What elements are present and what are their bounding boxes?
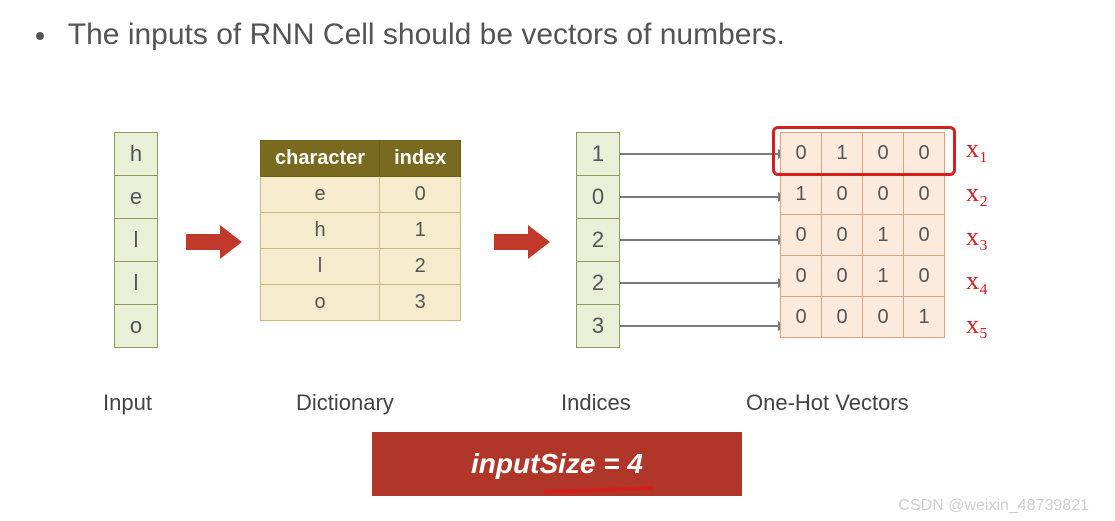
onehot-row: 0 0 0 1 [780, 296, 944, 337]
dictionary-table: character index e0 h1 l2 o3 [260, 140, 461, 321]
table-row: l2 [261, 249, 461, 285]
input-cell: e [114, 175, 158, 219]
handwritten-annotation: x₄ [966, 266, 988, 296]
banner-text: inputSize = 4 [471, 448, 643, 480]
index-cell: 2 [576, 261, 620, 305]
input-cell: o [114, 304, 158, 348]
bullet-icon [36, 32, 44, 40]
indices-column: 1 0 2 2 3 [576, 132, 620, 347]
handwritten-annotation: x₁ [966, 134, 988, 164]
onehot-row: 0 0 1 0 [780, 255, 944, 296]
onehot-row: 0 0 1 0 [780, 214, 944, 255]
index-cell: 1 [576, 132, 620, 176]
onehot-row: 1 0 0 0 [780, 173, 944, 214]
handwritten-annotation: x₂ [966, 178, 988, 208]
dict-header-char: character [261, 141, 380, 177]
input-cell: h [114, 132, 158, 176]
onehot-label: One-Hot Vectors [746, 390, 909, 416]
onehot-matrix: 0 1 0 0 1 0 0 0 0 0 1 0 0 0 1 0 0 0 0 1 [780, 132, 944, 337]
watermark: CSDN @weixin_48739821 [898, 497, 1089, 515]
title-text: The inputs of RNN Cell should be vectors… [68, 18, 785, 51]
index-cell: 0 [576, 175, 620, 219]
index-cell: 3 [576, 304, 620, 348]
slide-title: The inputs of RNN Cell should be vectors… [36, 18, 785, 52]
onehot-row: 0 1 0 0 [780, 132, 944, 173]
index-cell: 2 [576, 218, 620, 262]
indices-label: Indices [561, 390, 631, 416]
arrow-icon [494, 225, 550, 259]
input-cell: l [114, 218, 158, 262]
input-label: Input [103, 390, 152, 416]
input-cell: l [114, 261, 158, 305]
dictionary-label: Dictionary [296, 390, 394, 416]
handwritten-annotation: x₃ [966, 222, 988, 252]
input-size-banner: inputSize = 4 [372, 432, 742, 496]
input-column: h e l l o [114, 132, 158, 347]
connector-group [620, 132, 780, 352]
table-row: e0 [261, 177, 461, 213]
handwritten-annotation: x₅ [966, 310, 988, 340]
arrow-icon [186, 225, 242, 259]
table-row: o3 [261, 285, 461, 321]
table-row: h1 [261, 213, 461, 249]
dict-header-idx: index [380, 141, 461, 177]
